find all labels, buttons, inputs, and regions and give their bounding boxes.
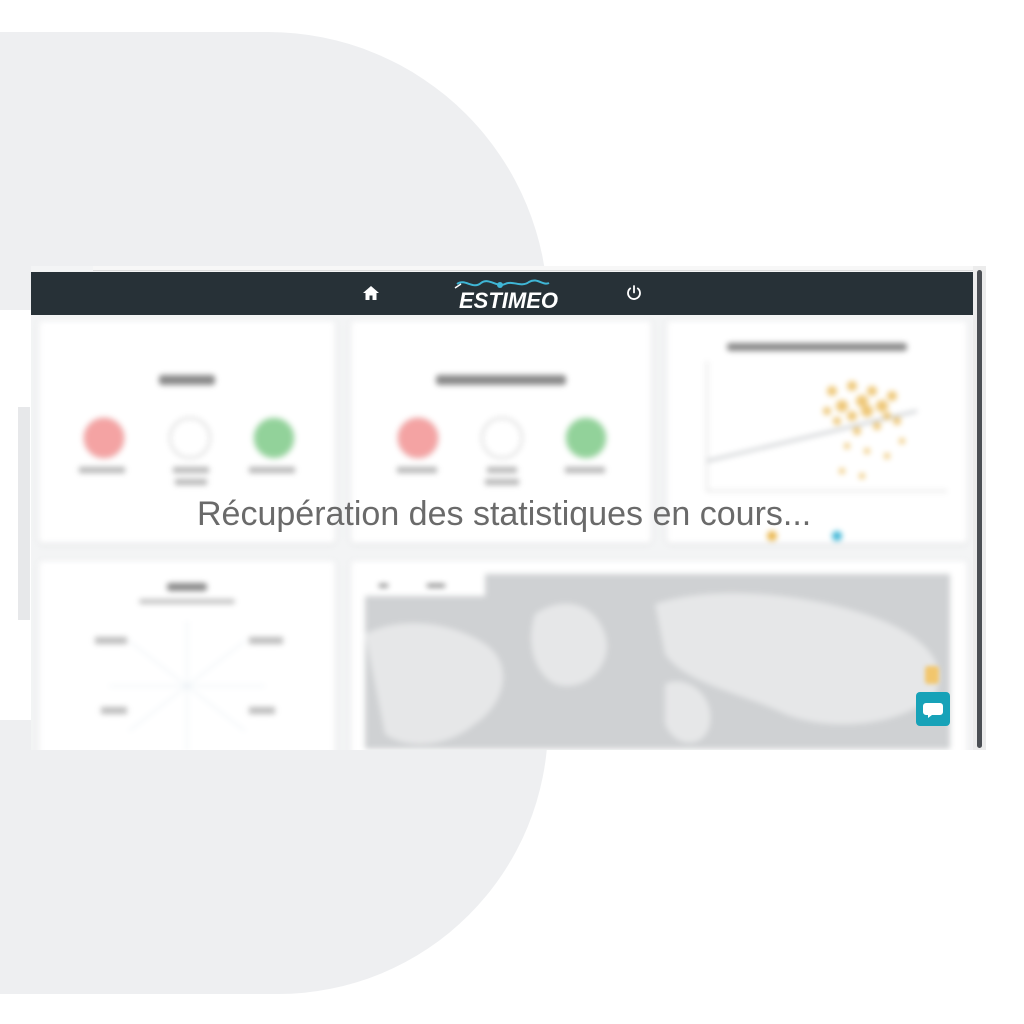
confidence-neutral-circle	[481, 417, 523, 459]
card-title-bar	[167, 583, 207, 591]
chat-button[interactable]	[916, 692, 950, 726]
card-title-bar	[351, 373, 651, 388]
background-notch-inner	[18, 407, 30, 620]
card-map: ▬ ▬▬	[351, 561, 967, 750]
confidence-green-circle	[565, 417, 607, 459]
card-title-bar	[39, 373, 335, 388]
scrollbar-thumb[interactable]	[977, 270, 982, 748]
confidence-red-circle	[397, 417, 439, 459]
world-map[interactable]	[365, 574, 950, 749]
chat-bubble-icon	[923, 703, 943, 718]
rating-red-circle	[83, 417, 125, 459]
label-placeholder	[175, 479, 207, 485]
label-placeholder	[173, 467, 209, 473]
logo-text: ESTIMEO	[459, 288, 559, 313]
label-placeholder	[565, 467, 605, 473]
rating-neutral-circle	[169, 417, 211, 459]
rating-green-circle	[253, 417, 295, 459]
map-tab-plan[interactable]: ▬	[379, 579, 388, 589]
navbar: ESTIMEO	[31, 272, 973, 315]
estimeo-logo[interactable]: ESTIMEO	[453, 274, 558, 314]
label-placeholder	[487, 467, 517, 473]
map-tab-satellite[interactable]: ▬▬	[427, 579, 445, 589]
map-type-tabs: ▬ ▬▬	[365, 574, 485, 596]
radar-chart	[95, 621, 283, 750]
power-icon[interactable]	[625, 284, 643, 302]
home-icon[interactable]	[362, 285, 380, 301]
label-placeholder	[397, 467, 437, 473]
label-placeholder	[485, 479, 519, 485]
label-placeholder	[249, 467, 295, 473]
street-view-pegman-icon[interactable]	[925, 666, 939, 684]
label-placeholder	[79, 467, 125, 473]
window-top-border	[93, 266, 985, 271]
card-radar	[39, 561, 335, 750]
loading-message: Récupération des statistiques en cours..…	[197, 495, 812, 533]
card-title-bar	[727, 343, 907, 351]
